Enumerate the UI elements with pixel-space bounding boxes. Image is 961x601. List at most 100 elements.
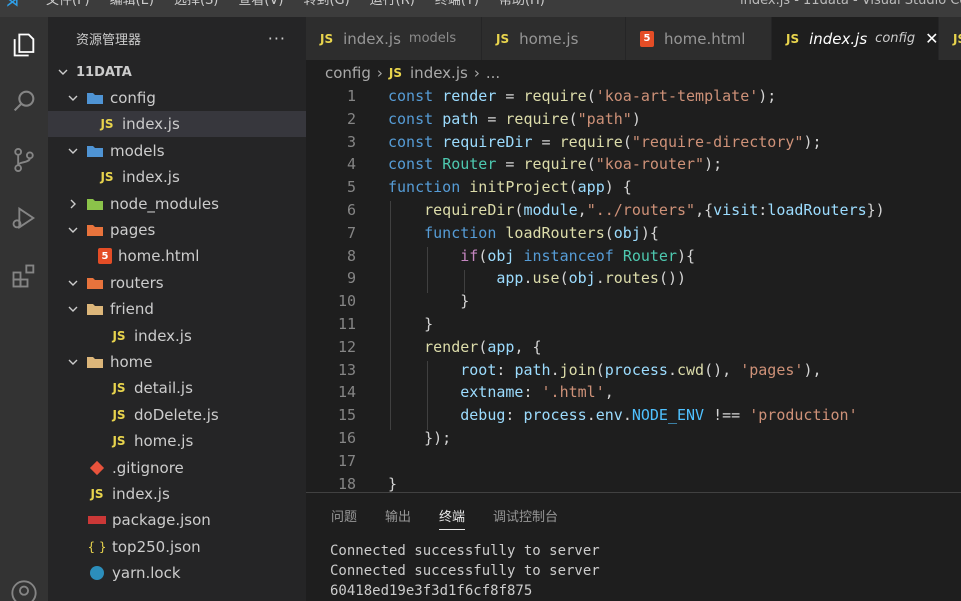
code-token: ){ (677, 246, 696, 265)
editor-tab[interactable]: 5 home.html (626, 17, 772, 60)
code-token: . (523, 269, 533, 288)
tab-filename: index.js (809, 29, 868, 48)
tree-item-git[interactable]: .gitignore (48, 455, 306, 481)
explorer-sidebar: 资源管理器 ··· 11DATA config JS index.js models J… (48, 17, 306, 601)
code-token: "koa-router" (595, 155, 705, 174)
breadcrumb-file[interactable]: index.js (410, 64, 468, 82)
menu-bar: 文件(F) 编辑(E) 选择(S) 查看(V) 转到(G) 运行(R) 终端(T) 帮助(H) (46, 0, 545, 8)
menu-item[interactable]: 选择(S) (174, 0, 218, 8)
tree-item-js[interactable]: JS index.js (48, 481, 306, 507)
code-token: "path" (577, 109, 632, 128)
run-debug-icon[interactable] (8, 202, 40, 234)
line-code: const render = require('koa-art-template… (388, 86, 776, 108)
js-file-icon: JS (388, 66, 403, 80)
panel-tab[interactable]: 问题 (331, 493, 357, 537)
tree-item-js[interactable]: JS detail.js (48, 375, 306, 401)
chevron-down-icon (66, 355, 80, 369)
tree-item-js[interactable]: JS index.js (48, 111, 306, 138)
workspace-root[interactable]: 11DATA (48, 59, 306, 85)
code-token: const (388, 132, 443, 151)
code-token: join (559, 360, 596, 379)
terminal-line: 60418ed19e3f3d1f6cf8f875 (330, 583, 533, 599)
code-token: routes (604, 269, 659, 288)
tree-item-folder[interactable]: node_modules (48, 191, 306, 217)
tree-item-folder[interactable]: home (48, 349, 306, 375)
json-icon: { } (87, 539, 107, 554)
tree-item-json[interactable]: { } top250.json (48, 534, 306, 560)
code-token: ), (803, 360, 822, 379)
code-token: : (505, 406, 524, 425)
tree-item-folder[interactable]: pages (48, 217, 306, 243)
breadcrumb-tail[interactable]: ... (486, 64, 500, 82)
code-token: }) (866, 201, 885, 219)
code-line: 3 const requireDir = require("require-dir… (306, 131, 961, 154)
code-token: ){ (640, 223, 659, 242)
menu-item[interactable]: 文件(F) (46, 0, 90, 8)
account-icon[interactable] (8, 577, 40, 601)
folder-icon (86, 195, 104, 213)
code-token: ( (586, 155, 596, 174)
source-control-icon[interactable] (8, 144, 40, 176)
panel-tab[interactable]: 终端 (439, 493, 466, 537)
tree-item-js[interactable]: JS home.js (48, 428, 306, 454)
line-code: }); (388, 427, 451, 450)
code-token: = (496, 87, 524, 105)
code-token: ,{ (695, 201, 714, 219)
tree-item-js[interactable]: JS index.js (48, 164, 306, 190)
menu-item[interactable]: 运行(R) (370, 0, 415, 8)
tab-filename: home.js (519, 29, 579, 48)
line-number: 17 (337, 451, 356, 470)
tree-item-folder[interactable]: routers (48, 270, 306, 296)
extensions-icon[interactable] (8, 260, 40, 292)
code-line: 8 if(obj instanceof Router){ (306, 245, 961, 268)
tree-item-js[interactable]: JS index.js (48, 323, 306, 349)
tree-item-label: models (110, 141, 165, 160)
tree-item-js[interactable]: JS doDelete.js (48, 402, 306, 428)
tree-item-label: index.js (122, 168, 180, 187)
tree-item-html[interactable]: 5 home.html (48, 243, 306, 269)
code-token: require (523, 87, 587, 105)
menu-item[interactable]: 转到(G) (303, 0, 349, 8)
line-number: 3 (346, 132, 356, 151)
menu-item[interactable]: 查看(V) (238, 0, 283, 8)
panel-tab[interactable]: 输出 (385, 493, 411, 537)
search-icon[interactable] (8, 85, 40, 117)
chevron-right-icon (66, 197, 80, 211)
menu-item[interactable]: 帮助(H) (499, 0, 545, 8)
code-token: : (523, 383, 542, 402)
tree-item-folder[interactable]: config (48, 85, 306, 111)
line-number: 4 (346, 155, 356, 174)
code-token: const (388, 155, 443, 174)
files-icon[interactable] (8, 29, 40, 61)
editor-tab[interactable]: JS index.js models (306, 17, 482, 60)
editor-tab[interactable]: JS (939, 17, 961, 60)
vscode-logo-icon: ⋊ (6, 0, 19, 10)
code-token: path (442, 109, 479, 128)
tree-item-label: home (110, 353, 153, 371)
code-token: obj (487, 246, 515, 265)
code-token: "require-directory" (631, 132, 804, 151)
code-token: : (496, 360, 515, 379)
editor-tab[interactable]: JS index.js config ✕ (772, 17, 939, 60)
tree-item-label: yarn.lock (112, 564, 181, 583)
tree-item-label: index.js (112, 485, 170, 503)
code-token: = (478, 109, 506, 128)
js-file-icon: JS (786, 31, 800, 46)
tree-item-folder[interactable]: friend (48, 296, 306, 322)
menu-item[interactable]: 编辑(E) (110, 0, 154, 8)
close-icon[interactable]: ✕ (925, 29, 938, 48)
breadcrumb-folder[interactable]: config (325, 64, 371, 82)
tree-item-yarn[interactable]: yarn.lock (48, 560, 306, 586)
tree-item-npm[interactable]: package.json (48, 507, 306, 533)
code-token: ) { (604, 178, 632, 197)
tree-item-folder[interactable]: models (48, 138, 306, 164)
vscode-window: ⋊ 文件(F) 编辑(E) 选择(S) 查看(V) 转到(G) 运行(R) 终端(T) 帮助(… (0, 0, 961, 601)
tree-item-label: routers (110, 273, 164, 292)
code-editor[interactable]: 1 const render = require('koa-art-templat… (306, 86, 961, 492)
tree-item-label: .gitignore (112, 458, 184, 477)
menu-item[interactable]: 终端(T) (435, 0, 479, 8)
panel-tab[interactable]: 调试控制台 (493, 493, 558, 537)
code-token: instanceof (523, 246, 623, 265)
editor-tab[interactable]: JS home.js (482, 17, 626, 60)
more-actions-icon[interactable]: ··· (268, 29, 286, 48)
